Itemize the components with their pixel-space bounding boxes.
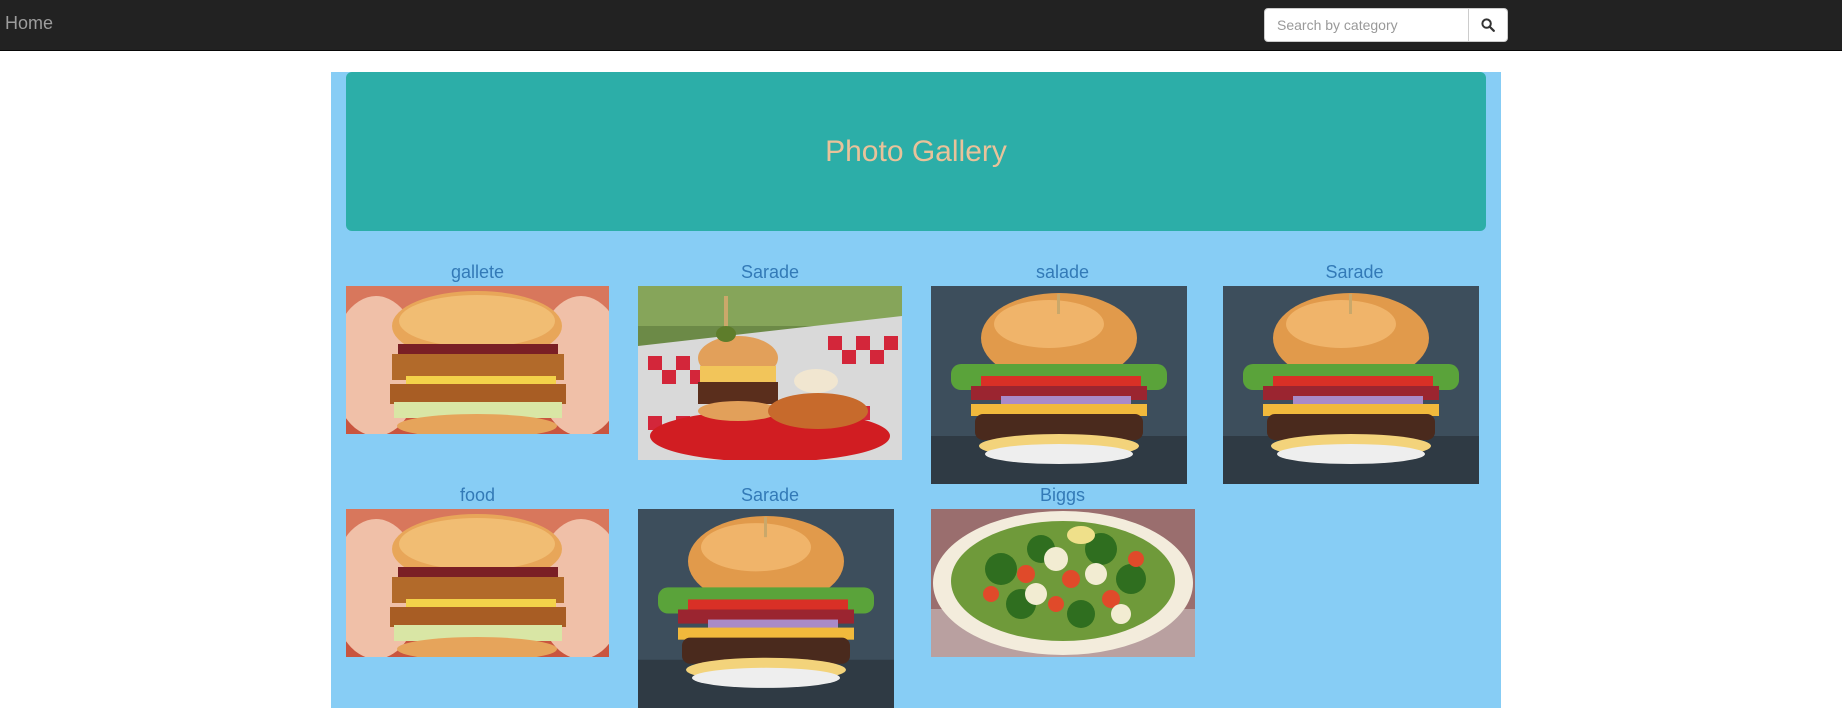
gallery-caption[interactable]: Sarade [638, 262, 902, 283]
gallery-photo[interactable] [931, 286, 1187, 484]
gallery-caption[interactable]: gallete [346, 262, 609, 283]
gallery-caption[interactable]: salade [931, 262, 1194, 283]
gallery-photo[interactable] [638, 286, 902, 460]
navbar: Home [0, 0, 1842, 51]
gallery-photo[interactable] [346, 509, 609, 657]
gallery-photo[interactable] [638, 509, 894, 708]
gallery-caption[interactable]: Sarade [1223, 262, 1486, 283]
search-input[interactable] [1264, 8, 1469, 42]
gallery-container: Photo Gallery gallete Sarade salade Sara… [331, 72, 1501, 708]
gallery-photo[interactable] [931, 509, 1195, 657]
jumbotron: Photo Gallery [346, 72, 1486, 231]
search-form [1264, 8, 1508, 42]
gallery-caption[interactable]: Sarade [638, 485, 902, 506]
page-title: Photo Gallery [825, 134, 1007, 168]
search-button[interactable] [1469, 8, 1508, 42]
search-icon [1481, 18, 1495, 32]
gallery-photo[interactable] [346, 286, 609, 434]
gallery-caption[interactable]: Biggs [931, 485, 1194, 506]
home-link[interactable]: Home [5, 13, 53, 34]
gallery-caption[interactable]: food [346, 485, 609, 506]
gallery-photo[interactable] [1223, 286, 1479, 484]
